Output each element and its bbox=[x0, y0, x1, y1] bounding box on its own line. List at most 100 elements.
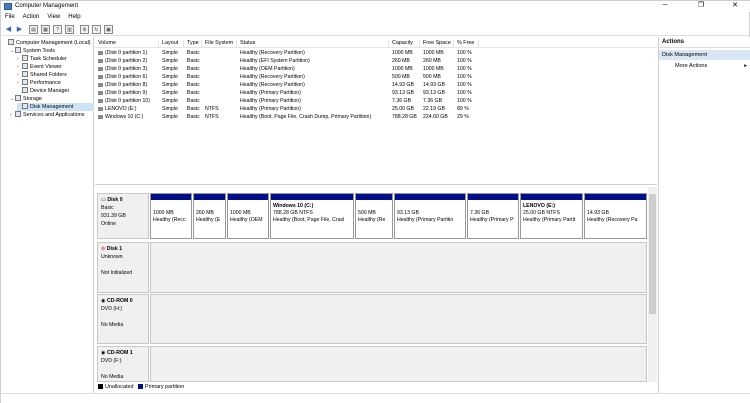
menu-action[interactable]: Action bbox=[19, 12, 44, 23]
volume-cell: Healthy (Primary Partition) bbox=[240, 90, 301, 96]
partition-status: Healthy (Primary P bbox=[470, 217, 514, 223]
partition-status: Healthy (Primary Partit bbox=[523, 217, 576, 223]
scrollbar-thumb[interactable] bbox=[649, 194, 656, 314]
forward-arrow-icon[interactable]: ▶ bbox=[15, 25, 24, 34]
volume-row[interactable]: (Disk 0 partition 2) Simple Basic Healthy (… bbox=[95, 57, 657, 65]
volume-cell: 260 MB bbox=[392, 58, 410, 64]
close-button[interactable]: ✕ bbox=[721, 1, 749, 12]
partition-block[interactable]: 1000 MB Healthy (Recc bbox=[150, 193, 192, 239]
column-header-percent-free[interactable]: % Free bbox=[454, 40, 479, 48]
volume-cell: 25.00 GB bbox=[392, 106, 414, 112]
tree-item[interactable]: › Event Viewer bbox=[17, 63, 62, 71]
column-header-file-system[interactable]: File System bbox=[202, 40, 237, 48]
tree-item[interactable]: Computer Management (Local) bbox=[3, 39, 91, 47]
tree-item[interactable]: ⌄ Storage bbox=[10, 95, 42, 103]
cdrom-0-space[interactable] bbox=[150, 294, 647, 344]
actions-section-disk-management[interactable]: Disk Management bbox=[659, 50, 750, 60]
tree-item-label: Device Manager bbox=[30, 88, 70, 94]
volume-cell: 93.13 GB bbox=[423, 90, 445, 96]
settings-icon[interactable]: ⚙ bbox=[80, 25, 89, 34]
partition-block[interactable]: 500 MB Healthy (Re bbox=[355, 193, 393, 239]
volume-row[interactable]: (Disk 0 partition 8) Simple Basic Healthy (… bbox=[95, 81, 657, 89]
refresh-icon[interactable]: ↻ bbox=[92, 25, 101, 34]
status-bar bbox=[1, 393, 750, 403]
tree-item[interactable]: Device Manager bbox=[17, 87, 69, 95]
disk-0-label[interactable]: ▭ Disk 0 Basic 931.39 GB Online bbox=[97, 193, 149, 239]
disk-size bbox=[101, 365, 145, 373]
menu-help[interactable]: Help bbox=[64, 12, 84, 23]
column-header-layout[interactable]: Layout bbox=[159, 40, 184, 48]
volume-row[interactable]: LENOVO (E:) Simple Basic NTFS Healthy (Prima… bbox=[95, 105, 657, 113]
maximize-button[interactable]: ❐ bbox=[687, 1, 715, 12]
tree-item[interactable]: ⌄ System Tools bbox=[10, 47, 55, 55]
list-view-icon[interactable]: ▥ bbox=[65, 25, 74, 34]
primary-partition-band bbox=[151, 194, 191, 200]
partition-block[interactable]: 7.36 GB Healthy (Primary P bbox=[467, 193, 519, 239]
legend-unallocated: Unallocated bbox=[105, 384, 134, 390]
column-header-capacity[interactable]: Capacity bbox=[389, 40, 420, 48]
partition-size: 500 MB bbox=[358, 210, 376, 216]
partition-info: 14.93 GB Healthy (Recovery Pa bbox=[587, 210, 645, 224]
volume-cell: Simple bbox=[162, 58, 178, 64]
minimize-button[interactable]: ─ bbox=[651, 1, 679, 12]
partition-size: 7.36 GB bbox=[470, 210, 490, 216]
device-icon bbox=[22, 87, 28, 93]
volume-cell: 500 MB bbox=[423, 74, 441, 80]
menu-view[interactable]: View bbox=[43, 12, 64, 23]
disk-type: Basic bbox=[101, 205, 114, 211]
volume-row[interactable]: (Disk 0 partition 3) Simple Basic Healthy (… bbox=[95, 65, 657, 73]
tree-item[interactable]: Disk Management bbox=[17, 103, 94, 111]
performance-icon bbox=[22, 79, 28, 85]
volume-cell: Healthy (Recovery Partition) bbox=[240, 74, 305, 80]
more-actions-link[interactable]: More Actions bbox=[675, 63, 707, 69]
partition-block[interactable]: 1000 MB Healthy (OEM bbox=[227, 193, 269, 239]
title-bar[interactable]: Computer Management ─ ❐ ✕ bbox=[1, 1, 750, 12]
clock-icon bbox=[22, 55, 28, 61]
partition-title: LENOVO (E:) bbox=[523, 203, 555, 209]
volume-row[interactable]: (Disk 0 partition 9) Simple Basic Healthy (… bbox=[95, 89, 657, 97]
partition-status: Healthy (Primary Partitio bbox=[397, 217, 454, 223]
volume-row[interactable]: (Disk 0 partition 6) Simple Basic Healthy (… bbox=[95, 73, 657, 81]
volume-cell: 89 % bbox=[457, 106, 469, 112]
partition-block[interactable]: 14.93 GB Healthy (Recovery Pa bbox=[584, 193, 647, 239]
disk-0-partitions: 1000 MB Healthy (Recc 260 MB Healthy (E 1000… bbox=[150, 193, 647, 239]
up-level-icon[interactable]: ▤ bbox=[29, 25, 38, 34]
toolbar: ◀ ▶ ▤ ▦ ? ▥ ⚙ ↻ ▣ bbox=[1, 23, 750, 36]
partition-size: 788.28 GB NTFS bbox=[273, 210, 313, 216]
partition-status: Healthy (OEM bbox=[230, 217, 263, 223]
tree-item[interactable]: › Task Scheduler bbox=[17, 55, 67, 63]
partition-status: Healthy (Recc bbox=[153, 217, 186, 223]
column-header-status[interactable]: Status bbox=[237, 40, 389, 48]
column-header-free-space[interactable]: Free Space bbox=[420, 40, 454, 48]
window-title: Computer Management bbox=[15, 3, 79, 9]
disk-1-space[interactable] bbox=[150, 242, 647, 293]
partition-block[interactable]: LENOVO (E:) 25.00 GB NTFS Healthy (Primary… bbox=[520, 193, 583, 239]
cdrom-1-space[interactable] bbox=[150, 346, 647, 382]
partition-status: Healthy (Recovery Pa bbox=[587, 217, 638, 223]
export-icon[interactable]: ▣ bbox=[104, 25, 113, 34]
back-arrow-icon[interactable]: ◀ bbox=[4, 25, 13, 34]
help-icon[interactable]: ? bbox=[53, 25, 62, 34]
volume-row[interactable]: (Disk 0 partition 1) Simple Basic Healthy (… bbox=[95, 49, 657, 57]
column-header-type[interactable]: Type bbox=[184, 40, 202, 48]
partition-title: Windows 10 (C:) bbox=[273, 203, 314, 209]
partition-block[interactable]: Windows 10 (C:) 788.28 GB NTFS Healthy (Bo… bbox=[270, 193, 354, 239]
properties-icon[interactable]: ▦ bbox=[41, 25, 50, 34]
volume-row[interactable]: Windows 10 (C:) Simple Basic NTFS Healthy (B… bbox=[95, 113, 657, 121]
column-header-volume[interactable]: Volume bbox=[95, 40, 159, 48]
volume-cell: 788.28 GB bbox=[392, 114, 417, 120]
cdrom-0-label[interactable]: ◉ CD-ROM 0 DVD (H:) No Media bbox=[97, 294, 149, 344]
cdrom-1-label[interactable]: ◉ CD-ROM 1 DVD (F:) No Media bbox=[97, 346, 149, 382]
partition-block[interactable]: 93.13 GB Healthy (Primary Partitio bbox=[394, 193, 466, 239]
actions-pane: Actions Disk Management More Actions ▸ bbox=[658, 37, 750, 403]
menu-file[interactable]: File bbox=[1, 12, 19, 23]
tree-item[interactable]: › Performance bbox=[17, 79, 61, 87]
tree-item[interactable]: › Services and Applications bbox=[10, 111, 84, 119]
tree-item[interactable]: › Shared Folders bbox=[17, 71, 67, 79]
partition-block[interactable]: 260 MB Healthy (E bbox=[193, 193, 226, 239]
volume-cell: Simple bbox=[162, 106, 178, 112]
disk-1-label[interactable]: ⊘ Disk 1 Unknown Not Initialized bbox=[97, 242, 149, 293]
volume-name: (Disk 0 partition 10) bbox=[105, 98, 150, 104]
volume-name: (Disk 0 partition 3) bbox=[105, 66, 148, 72]
volume-row[interactable]: (Disk 0 partition 10) Simple Basic Healthy … bbox=[95, 97, 657, 105]
